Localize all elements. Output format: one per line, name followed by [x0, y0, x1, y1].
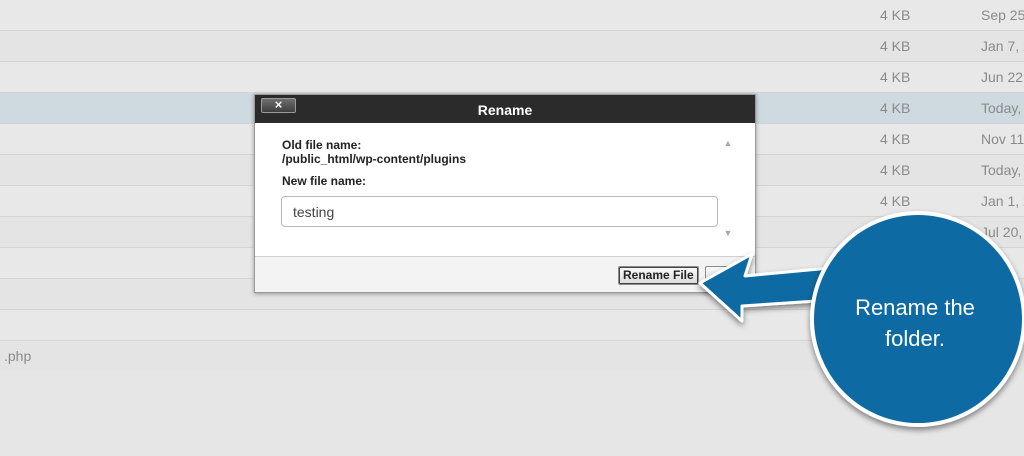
file-date: Today, [981, 100, 1022, 116]
rename-file-button[interactable]: Rename File [618, 266, 699, 285]
file-name: .php [4, 348, 32, 364]
dialog-header: × Rename [255, 95, 755, 123]
scroll-up-icon[interactable]: ▲ [721, 137, 735, 149]
file-date: Today, [981, 162, 1022, 178]
dialog-title: Rename [477, 102, 533, 118]
file-size: 4 KB [880, 7, 911, 23]
file-date: 88 [981, 255, 997, 271]
new-file-name-label: New file name: [282, 174, 367, 188]
file-size: 4 KB [880, 69, 911, 85]
callout-line-2: folder. [885, 326, 945, 351]
file-size: 4 KB [880, 131, 911, 147]
dialog-scrollbar[interactable]: ▲ ▼ [721, 137, 735, 239]
file-date: Jun 22 [981, 69, 1024, 85]
new-file-name-input[interactable] [281, 196, 718, 227]
file-size: 4 KB [880, 193, 911, 209]
file-date: Jul 20, [981, 224, 1023, 240]
table-row[interactable]: 4 KB Sep 25 [0, 0, 1024, 31]
callout-line-1: Rename the [855, 295, 975, 320]
old-file-name-label: Old file name: [282, 138, 362, 152]
file-date: Jan 7, 2 [981, 38, 1024, 54]
file-size: 4 KB [880, 100, 911, 116]
file-date: Sep 25 [981, 7, 1024, 23]
file-size: 4 KB [880, 38, 911, 54]
callout-text: Rename the folder. [830, 292, 1000, 354]
dialog-body: Old file name: /public_html/wp-content/p… [255, 123, 755, 257]
file-date: Nov 11 [981, 131, 1024, 147]
file-date: Jan 1, 2 [981, 193, 1024, 209]
scroll-down-icon[interactable]: ▼ [721, 227, 735, 239]
table-row[interactable]: 4 KB Jan 7, 2 [0, 31, 1024, 62]
dialog-footer: Rename File [255, 257, 755, 292]
old-file-name-value: /public_html/wp-content/plugins [282, 152, 466, 166]
rename-dialog: × Rename Old file name: /public_html/wp-… [254, 94, 756, 293]
cancel-button[interactable] [705, 266, 737, 287]
file-size: 4 KB [880, 162, 911, 178]
table-row[interactable]: 4 KB Jun 22 [0, 62, 1024, 93]
